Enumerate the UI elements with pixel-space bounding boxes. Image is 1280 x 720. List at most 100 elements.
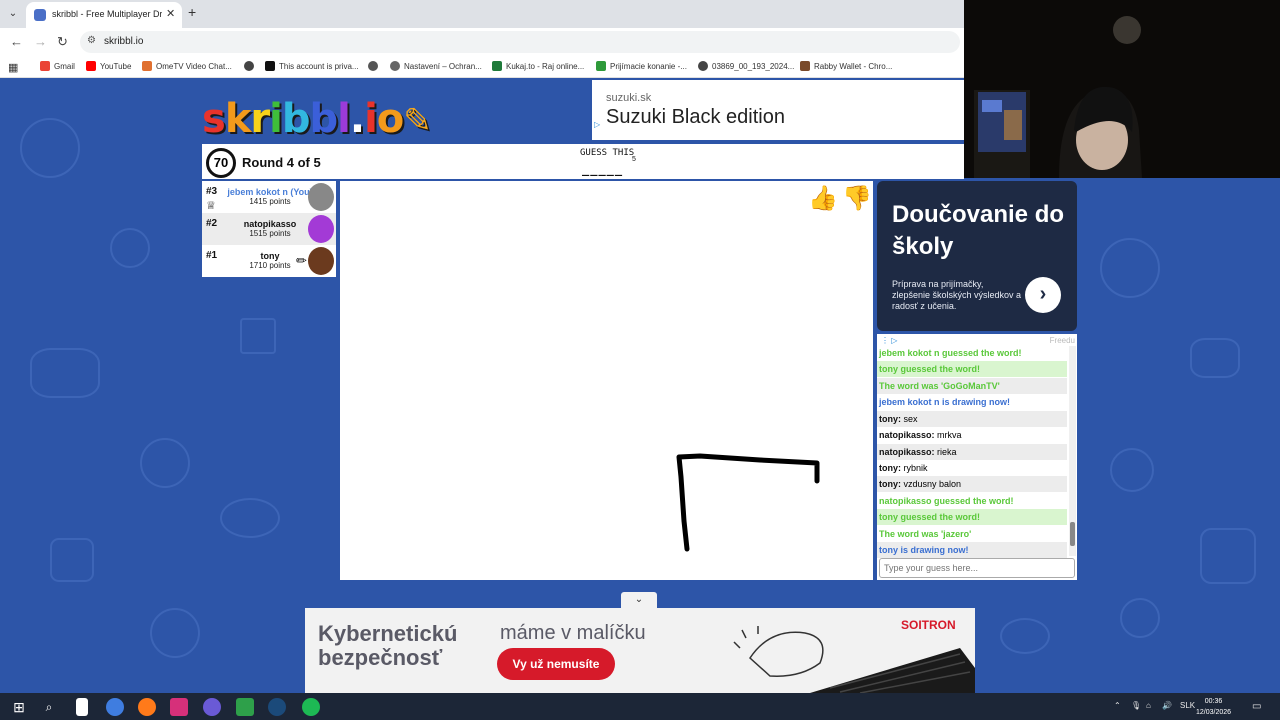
chat-panel: ⋮ ▷ Freedu jebem kokot n guessed the wor… xyxy=(877,334,1077,580)
thumbs-down-icon[interactable]: 👎 xyxy=(842,184,872,214)
chat-text: rieka xyxy=(937,447,957,457)
search-icon[interactable]: ⌕ xyxy=(40,698,58,716)
tab-search-icon[interactable]: ⌄ xyxy=(4,5,22,23)
tray-chevron-up-icon[interactable]: ⌃ xyxy=(1114,701,1121,710)
discord-icon[interactable] xyxy=(203,698,221,716)
player-avatar xyxy=(308,183,334,211)
ad-banner-top[interactable]: suzuki.sk Suzuki Black edition ▷ xyxy=(592,80,964,140)
doodle xyxy=(220,498,280,538)
chat-message: tony is drawing now! xyxy=(877,542,1067,558)
player-name: natopikasso xyxy=(243,219,297,229)
language-indicator[interactable]: SLK xyxy=(1180,701,1195,710)
player-avatar xyxy=(308,215,334,243)
bookmark-globe[interactable] xyxy=(244,61,254,71)
bookmark-document[interactable]: 03869_00_193_2024... xyxy=(698,61,794,71)
chat-message: tony guessed the word! xyxy=(877,509,1067,525)
skribbl-logo: skribbl.io✎ xyxy=(202,96,432,142)
chat-scrollbar[interactable] xyxy=(1069,346,1076,556)
chat-message: The word was 'jazero' xyxy=(879,529,972,539)
apps-icon[interactable]: ▦ xyxy=(8,61,18,74)
bookmark-settings[interactable]: Nastavení – Ochran... xyxy=(390,61,482,71)
file-icon[interactable] xyxy=(76,698,88,716)
bookmark-chrome[interactable] xyxy=(368,61,378,71)
game-header-bar: 70 Round 4 of 5 GUESS THIS 5 _____ xyxy=(202,144,964,179)
bookmark-ometv[interactable]: OmeTV Video Chat... xyxy=(142,61,232,71)
logo-letter: b xyxy=(281,96,311,142)
guess-this-label: GUESS THIS xyxy=(580,148,635,158)
guess-input[interactable] xyxy=(879,558,1075,578)
volume-icon[interactable]: 🔊 xyxy=(1162,701,1172,710)
bookmark-kukaj[interactable]: Kukaj.to - Raj online... xyxy=(492,61,584,71)
chat-message: jebem kokot n is drawing now! xyxy=(879,397,1011,407)
browser-tab[interactable]: skribbl - Free Multiplayer Drawi ✕ xyxy=(26,2,182,28)
bookmark-rabby[interactable]: Rabby Wallet - Chro... xyxy=(800,61,892,71)
drawing-strokes xyxy=(676,453,820,552)
player-avatar xyxy=(308,247,334,275)
crown-icon: ♕ xyxy=(206,200,216,212)
address-bar[interactable]: ⚙ skribbl.io xyxy=(80,31,960,53)
ometv-icon xyxy=(142,61,152,71)
logo-letter: . xyxy=(349,96,365,142)
browser-tab-bar: ⌄ skribbl - Free Multiplayer Drawi ✕ + xyxy=(0,0,964,28)
drawing-pencil-icon: ✏ xyxy=(296,253,307,268)
logo-letter: r xyxy=(250,96,270,142)
timer-clock: 70 xyxy=(206,148,236,178)
drawing-canvas[interactable] xyxy=(340,181,873,580)
ad-headline: Doučovanie do školy xyxy=(892,201,1065,260)
steam-icon[interactable] xyxy=(268,698,286,716)
adchoices-icon[interactable]: ⋮ ▷ xyxy=(881,336,897,345)
url-text: skribbl.io xyxy=(104,36,144,47)
player-row[interactable]: #2 natopikasso 1515 points xyxy=(202,213,336,245)
scrollbar-thumb[interactable] xyxy=(1070,522,1075,546)
ad-banner-bottom[interactable]: Kybernetickú bezpečnosť máme v malíčku Vy… xyxy=(305,608,975,693)
chevron-down-icon[interactable]: ⌄ xyxy=(621,592,657,608)
ad-domain: suzuki.sk xyxy=(606,92,652,104)
reload-icon[interactable]: ↻ xyxy=(57,34,68,50)
app-icon[interactable] xyxy=(236,698,254,716)
chat-text: rybnik xyxy=(903,463,928,473)
network-icon[interactable]: ⌂ xyxy=(1146,701,1151,710)
chat-author: natopikasso: xyxy=(879,447,935,457)
instagram-icon[interactable] xyxy=(170,698,188,716)
bookmark-gmail[interactable]: Gmail xyxy=(40,61,75,71)
microphone-icon[interactable]: 🎙 xyxy=(1131,701,1141,710)
player-row[interactable]: #1 tony 1710 points ✏ xyxy=(202,245,336,277)
logo-letter: k xyxy=(224,96,252,142)
globe-icon xyxy=(698,61,708,71)
forward-icon[interactable]: → xyxy=(34,34,47,49)
chat-text: mrkva xyxy=(937,430,962,440)
doodle xyxy=(140,438,190,488)
clock[interactable]: 00:36 12/03/2026 xyxy=(1196,696,1231,718)
site-info-icon[interactable]: ⚙ xyxy=(87,35,96,46)
adchoices-icon[interactable]: ▷ xyxy=(594,120,600,129)
tab-title: skribbl - Free Multiplayer Drawi xyxy=(52,9,162,19)
round-indicator: Round 4 of 5 xyxy=(242,155,321,170)
ad-body: Príprava na prijímačky, zlepšenie školsk… xyxy=(892,279,1022,311)
notifications-icon[interactable]: ▭ xyxy=(1252,701,1261,712)
bookmark-youtube[interactable]: YouTube xyxy=(86,61,131,71)
ad-tagline: máme v malíčku xyxy=(500,622,646,644)
doodle xyxy=(20,118,80,178)
tab-close-icon[interactable]: ✕ xyxy=(166,7,175,20)
word-hint-blanks: _____ xyxy=(582,162,624,176)
back-icon[interactable]: ← xyxy=(10,34,23,49)
ad-cta-button[interactable]: Vy už nemusíte xyxy=(497,648,615,680)
chat-text: sex xyxy=(903,414,918,424)
ad-headline[interactable]: Suzuki Black edition xyxy=(606,106,785,129)
logo-letter: b xyxy=(309,96,339,142)
ad-brand: SOITRON xyxy=(901,618,956,632)
player-row[interactable]: #3 ♕ jebem kokot n (You) 1415 points xyxy=(202,181,336,213)
spotify-icon[interactable] xyxy=(302,698,320,716)
webcam-overlay xyxy=(964,0,1280,178)
logo-letter: o xyxy=(376,96,405,142)
new-tab-button[interactable]: + xyxy=(188,4,196,20)
chevron-right-icon[interactable]: › xyxy=(1025,277,1061,313)
ad-label: Freedu xyxy=(1049,336,1075,345)
chrome-icon[interactable] xyxy=(106,698,124,716)
windows-start-icon[interactable]: ⊞ xyxy=(10,698,28,716)
bookmark-tiktok[interactable]: This account is priva... xyxy=(265,61,359,71)
firefox-icon[interactable] xyxy=(138,698,156,716)
thumbs-up-icon[interactable]: 👍 xyxy=(808,184,838,214)
ad-banner-right[interactable]: Doučovanie do školy Príprava na prijímač… xyxy=(877,181,1077,331)
bookmark-prijimacie[interactable]: Prijímacie konanie -... xyxy=(596,61,687,71)
